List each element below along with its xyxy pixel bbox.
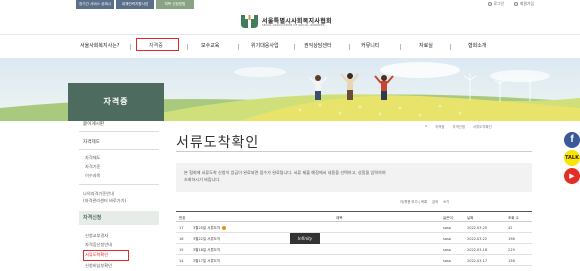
- facebook-icon[interactable]: f: [564, 132, 580, 148]
- row-writer: saso: [443, 225, 451, 230]
- breadcrumb-item[interactable]: 자격증: [435, 124, 444, 129]
- gnb-active-highlight: [136, 38, 179, 51]
- row-date: 2022.03.25: [467, 225, 488, 230]
- user-icon: [487, 2, 492, 6]
- gnb-item-education[interactable]: 보수교육: [201, 42, 219, 49]
- recording-watermark: Infinity: [290, 233, 320, 244]
- sidebar-section-apply[interactable]: 자격신청: [79, 211, 159, 225]
- search-button[interactable]: 검색: [432, 199, 438, 204]
- utility-button-uniform[interactable]: 피복 신청방법: [156, 0, 194, 9]
- view-list-button[interactable]: 자(활용 보기:) 목록: [400, 199, 427, 204]
- sidebar-item-center-link[interactable]: (자격관리센터 바로가기): [83, 198, 126, 204]
- row-views: 198: [508, 236, 515, 241]
- main-navigation: 서울사회복지사는? 자격증 보수교육 위기대응사업 권익상담센터 커뮤니티 자료…: [0, 34, 580, 58]
- utility-bar: 장기간 서비스 공제시 대체인력지원사업 피복 신청방법 로그인 회원가입: [0, 0, 580, 10]
- gnb-separator: [130, 44, 131, 50]
- sidebar-sub-system[interactable]: 자격제도: [85, 155, 100, 161]
- row-no: 16: [179, 236, 184, 241]
- row-title-link[interactable]: 3월18일 서류도착: [193, 248, 220, 253]
- sidebar-title: 자격증: [68, 83, 164, 121]
- sidebar-divider: [79, 149, 159, 150]
- row-views: 158: [508, 258, 515, 263]
- gnb-item-about-workers[interactable]: 서울사회복지사는?: [80, 42, 119, 49]
- new-badge-icon: [222, 225, 227, 230]
- sidebar-current-highlight: [83, 250, 129, 261]
- sidebar-sub-issue[interactable]: 신청교부경자: [85, 233, 108, 239]
- gnb-separator: [238, 44, 239, 50]
- gnb-item-community[interactable]: 커뮤니티: [361, 42, 379, 49]
- column-header-title: 제목: [336, 215, 343, 220]
- join-icon: [514, 2, 519, 6]
- user-links: 로그인 회원가입: [487, 1, 534, 7]
- gnb-item-crisis[interactable]: 위기대응사업: [251, 42, 279, 49]
- notice-box: 본 협회에 서류도착 신청이 업급이 완료되면 접수가 완료됩니다. 서류 제출…: [176, 163, 532, 192]
- row-title-link[interactable]: 3월22일 서류도착: [193, 237, 220, 242]
- table-row[interactable]: 14 3월17일 서류도착 saso 2022.03.17 158: [176, 255, 532, 266]
- column-header-views: 조회 수: [508, 215, 519, 220]
- row-writer: saso: [443, 247, 451, 252]
- table-header: 번호 제목 글쓴이 날짜 조회 수: [176, 211, 532, 222]
- row-no: 15: [179, 247, 184, 252]
- page-title: 서류도착확인: [176, 135, 260, 151]
- row-date: 2022.03.22: [467, 236, 488, 241]
- sidebar-sub-subjects[interactable]: 이수과목: [85, 173, 100, 179]
- breadcrumb-current: 서류도착확인: [473, 125, 492, 129]
- youtube-icon[interactable]: ▶: [564, 168, 580, 184]
- join-label: 회원가입: [520, 1, 534, 6]
- gnb-separator: [450, 44, 451, 50]
- kakaotalk-icon[interactable]: TALK: [564, 150, 580, 166]
- board-table: 번호 제목 글쓴이 날짜 조회 수 17 3월25일 서류도착 saso 202…: [176, 211, 532, 266]
- table-row[interactable]: 17 3월25일 서류도착 saso 2022.03.25 42: [176, 222, 532, 233]
- row-writer: saso: [443, 236, 451, 241]
- row-views: 219: [508, 247, 515, 252]
- sidebar-divider: [79, 184, 159, 185]
- sidebar-item-qna[interactable]: 묻이게시판: [83, 121, 104, 127]
- breadcrumb: ⌂ 자격증 자격신청 서류도착확인: [425, 124, 492, 129]
- gnb-item-resources[interactable]: 자료실: [419, 42, 433, 49]
- logo-subtitle: SEOUL ASSOCIATION OF SOCIAL WORKERS: [262, 24, 325, 27]
- row-title-link[interactable]: 3월25일 서류도착: [193, 225, 227, 231]
- row-date: 2022.03.18: [467, 247, 488, 252]
- notice-line: 조회하시기 바랍니다.: [184, 176, 221, 182]
- table-row[interactable]: 15 3월18일 서류도착 saso 2022.03.18 219: [176, 244, 532, 255]
- row-views: 42: [508, 225, 513, 230]
- title-divider: [176, 151, 532, 152]
- join-link[interactable]: 회원가입: [514, 1, 534, 7]
- gnb-separator: [400, 44, 401, 50]
- row-title: 3월25일 서류도착: [193, 225, 221, 230]
- home-icon[interactable]: ⌂: [425, 124, 427, 129]
- sidebar-sub-payment[interactable]: 신청비납부확인: [85, 263, 112, 269]
- column-header-no: 번호: [179, 215, 186, 220]
- login-link[interactable]: 로그인: [487, 1, 505, 7]
- row-no: 14: [179, 258, 184, 263]
- utility-button-substitute[interactable]: 대체인력지원사업: [116, 0, 154, 9]
- table-row[interactable]: 16 3월22일 서류도착 saso 2022.03.22 198: [176, 233, 532, 244]
- sidebar-sub-guide[interactable]: 자격증신청안내: [85, 242, 112, 248]
- write-button[interactable]: 쓰기: [443, 199, 449, 204]
- gnb-item-rights-center[interactable]: 권익상담센터: [304, 42, 332, 49]
- sidebar-sub-criteria[interactable]: 자격기준: [85, 164, 100, 170]
- logo-mark-icon: [241, 15, 258, 28]
- gnb-item-about-association[interactable]: 협회소개: [468, 42, 486, 49]
- board-tools: 자(활용 보기:) 목록 검색 쓰기: [400, 199, 449, 204]
- breadcrumb-item[interactable]: 자격신청: [453, 124, 465, 129]
- sidebar-item-my-criteria[interactable]: 나의자격기준안내: [83, 191, 114, 197]
- sidebar-divider: [79, 131, 159, 132]
- site-logo[interactable]: 서울특별시사회복지사협회 SEOUL ASSOCIATION OF SOCIAL…: [240, 13, 350, 31]
- gnb-separator: [349, 44, 350, 50]
- row-writer: saso: [443, 258, 451, 263]
- column-header-date: 날짜: [467, 215, 474, 220]
- row-no: 17: [179, 225, 184, 230]
- column-header-writer: 글쓴이: [443, 215, 453, 220]
- row-date: 2022.03.17: [467, 258, 488, 263]
- utility-button-service[interactable]: 장기간 서비스 공제시: [76, 0, 114, 9]
- login-label: 로그인: [493, 1, 505, 6]
- sidebar-item-system[interactable]: 자격제도: [83, 139, 100, 145]
- gnb-separator: [187, 44, 188, 50]
- gnb-separator: [294, 44, 295, 50]
- row-title-link[interactable]: 3월17일 서류도착: [193, 259, 220, 264]
